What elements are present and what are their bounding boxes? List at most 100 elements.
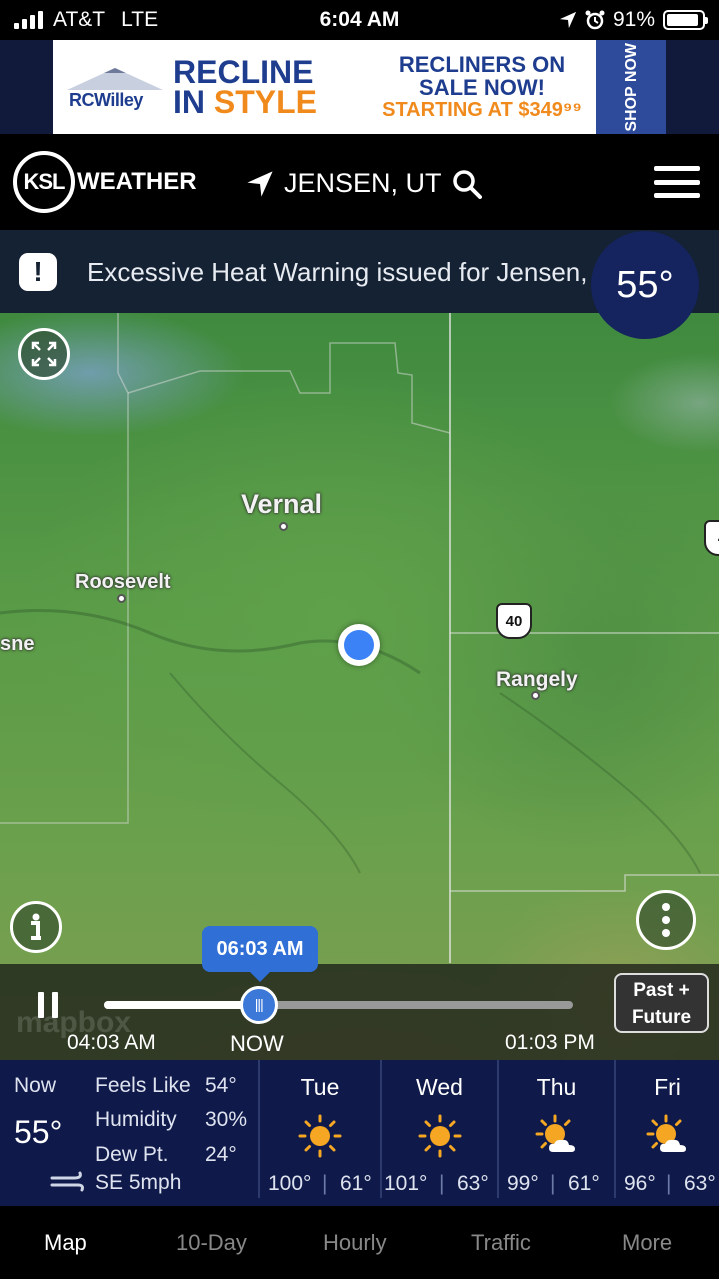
timeline-now-label: NOW [230,1031,284,1056]
forecast-separator: | [322,1172,328,1195]
ad-headline: RECLINE IN STYLE [173,54,368,120]
status-right: 91% [559,8,708,32]
timeline-end-label: 01:03 PM [505,1031,595,1054]
pause-icon[interactable] [38,992,58,1018]
alert-text: Excessive Heat Warning issued for Jensen… [87,257,630,287]
tab-more[interactable]: More [622,1230,672,1256]
radar-map[interactable]: Vernal Roosevelt Rangely sne 40 4 [0,313,719,1060]
humidity-value: 30% [205,1108,248,1131]
ad-sale-line2: SALE NOW! [419,74,545,100]
past-future-button[interactable]: Past + Future [614,973,709,1033]
map-boundaries [0,313,719,963]
forecast-day-name: Tue [300,1074,340,1100]
alarm-icon [585,10,605,30]
timeline-progress [104,1001,259,1009]
location-arrow-icon [559,11,577,29]
humidity-label: Humidity [95,1108,177,1131]
ksl-weather-logo[interactable]: KSL WEATHER [13,151,197,213]
city-label-rangely: Rangely [496,668,578,691]
tab-10-day[interactable]: 10-Day [176,1230,247,1256]
expand-icon [31,341,57,367]
location-selector[interactable]: JENSEN, UT [246,168,482,199]
city-dot-rangely [531,691,540,700]
current-location-marker[interactable] [338,624,380,666]
ad-sale-line3: STARTING AT $349⁹⁹ [382,98,582,121]
ad-brand-logo: RCWilley [53,40,173,134]
ksl-logo-ring: KSL [13,151,75,213]
now-temp: 55° [14,1114,63,1150]
battery-icon [663,10,708,30]
forecast-separator: | [666,1172,672,1195]
bottom-tab-bar: Map 10-Day Hourly Traffic More [0,1206,719,1279]
city-label-vernal: Vernal [241,489,323,519]
city-dot-roosevelt [117,594,126,603]
dew-point-label: Dew Pt. [95,1143,169,1166]
radar-timeline: mapbox ||| 04:03 AM NOW 01:03 PM Past + … [0,964,719,1060]
map-info-button[interactable] [10,901,62,953]
weather-wordmark: WEATHER [77,168,197,195]
feels-like-value: 54° [205,1074,237,1097]
location-name: JENSEN, UT [284,168,442,198]
forecast-day-fri[interactable]: Fri 96° | 63° [616,1060,719,1206]
forecast-separator: | [439,1172,445,1195]
ad-sale-line1: RECLINERS ON [398,51,566,77]
forecast-day-wed[interactable]: Wed 101° | 63° [382,1060,497,1206]
forecast-separator: | [550,1172,556,1195]
forecast-low: 61° [568,1172,600,1195]
tab-traffic[interactable]: Traffic [471,1230,531,1256]
wind-value: SE 5mph [95,1171,182,1194]
forecast-day-tue[interactable]: Tue 100° | 61° [260,1060,380,1206]
forecast-high: 99° [507,1172,539,1195]
shop-now-label: SHOP NOW [622,42,640,132]
timeline-start-label: 04:03 AM [67,1031,156,1054]
app-header: KSL WEATHER JENSEN, UT [0,134,719,230]
shop-now-button[interactable]: SHOP NOW [596,40,666,134]
tab-map[interactable]: Map [44,1230,87,1256]
feels-like-label: Feels Like [95,1074,191,1097]
us-route-shield-partial: 4 [704,520,719,556]
forecast-low: 63° [457,1172,489,1195]
forecast-day-name: Wed [416,1074,463,1100]
forecast-high: 96° [624,1172,656,1195]
more-vertical-icon [662,903,670,937]
map-options-button[interactable] [636,890,696,950]
ad-brand-name: RCWilley [69,90,143,110]
partly-cloudy-icon [646,1114,690,1158]
tab-hourly[interactable]: Hourly [323,1230,387,1256]
ad-headline-line1: RECLINE [173,54,314,90]
forecast-day-thu[interactable]: Thu 99° | 61° [499,1060,614,1206]
current-temp-badge[interactable]: 55° [591,231,699,339]
forecast-high: 100° [268,1172,312,1195]
timeline-slider[interactable] [104,1001,573,1009]
forecast-high: 101° [384,1172,428,1195]
us-route-40-shield: 40 [496,603,532,639]
forecast-day-name: Thu [536,1074,577,1100]
ad-headline-line2a: IN [173,84,214,120]
ad-content[interactable]: RCWilley RECLINE IN STYLE RECLINERS ON S… [53,40,666,134]
expand-map-button[interactable] [18,328,70,380]
sunny-icon [298,1114,342,1158]
wind-icon [50,1171,84,1192]
location-arrow-icon [247,170,273,197]
ad-banner[interactable]: RCWilley RECLINE IN STYLE RECLINERS ON S… [0,40,719,134]
city-label-partial: sne [0,633,35,655]
ad-sale-text: RECLINERS ON SALE NOW! STARTING AT $349⁹… [368,53,596,122]
sunny-icon [418,1114,462,1158]
forecast-low: 63° [684,1172,716,1195]
alert-icon: ! [19,253,57,291]
search-icon[interactable] [452,169,482,199]
timeline-thumb[interactable]: ||| [239,986,278,1024]
forecast-day-name: Fri [654,1074,681,1100]
city-label-roosevelt: Roosevelt [75,571,171,593]
hamburger-menu-icon[interactable] [654,166,700,198]
dew-point-value: 24° [205,1143,237,1166]
timeline-time-bubble: 06:03 AM [202,926,318,982]
past-future-label: Past + Future [631,980,692,1028]
info-icon [31,913,41,940]
city-dot-vernal [279,522,288,531]
ad-headline-line2b: STYLE [213,84,318,120]
conditions-panel: Now 55° SE 5mph Feels Like 54° Humidity … [0,1060,719,1206]
battery-percent: 91% [612,8,655,31]
now-label: Now [14,1074,57,1097]
forecast-low: 61° [340,1172,372,1195]
